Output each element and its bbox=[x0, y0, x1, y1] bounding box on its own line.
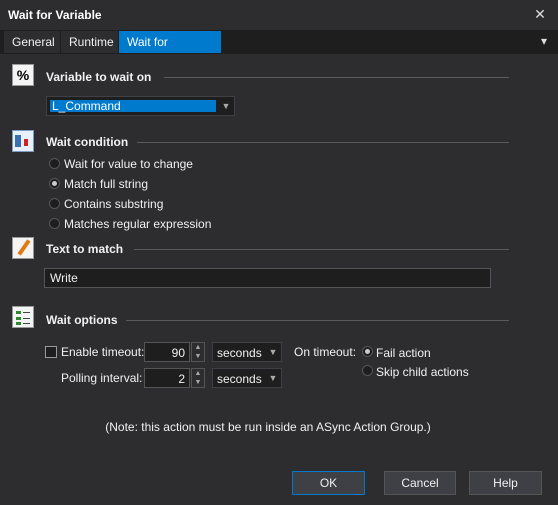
variable-selected-value: L_Command bbox=[50, 100, 216, 112]
polling-value: 2 bbox=[178, 372, 185, 386]
polling-stepper[interactable]: 2 bbox=[144, 368, 190, 388]
calendar-icon bbox=[12, 130, 34, 152]
radio-contains-substring[interactable] bbox=[49, 198, 60, 209]
variable-select[interactable]: L_Command ▼ bbox=[46, 96, 235, 116]
on-timeout-label: On timeout: bbox=[294, 345, 357, 359]
radio-label: Skip child actions bbox=[376, 365, 469, 379]
pencil-icon bbox=[12, 237, 34, 259]
radio-label: Contains substring bbox=[64, 197, 164, 211]
divider bbox=[137, 142, 509, 143]
cancel-button[interactable]: Cancel bbox=[384, 471, 456, 495]
tab-menu-icon[interactable]: ▾ bbox=[536, 33, 552, 49]
radio-label: Fail action bbox=[376, 346, 431, 360]
ok-button[interactable]: OK bbox=[292, 471, 365, 495]
radio-label: Wait for value to change bbox=[64, 157, 193, 171]
polling-spin-buttons[interactable]: ▲ ▼ bbox=[191, 368, 205, 388]
timeout-spin-buttons[interactable]: ▲ ▼ bbox=[191, 342, 205, 362]
tab-runtime[interactable]: Runtime bbox=[61, 31, 118, 53]
divider bbox=[126, 320, 509, 321]
radio-fail-action[interactable] bbox=[362, 346, 373, 357]
tab-wait-for-variable[interactable]: Wait for Variable bbox=[119, 31, 221, 71]
wait-condition-title: Wait condition bbox=[46, 135, 129, 149]
text-to-match-input[interactable] bbox=[44, 268, 491, 288]
polling-interval-label: Polling interval: bbox=[61, 371, 143, 385]
checklist-icon bbox=[12, 306, 34, 328]
divider bbox=[164, 77, 509, 78]
polling-unit-value: seconds bbox=[217, 372, 262, 386]
chevron-down-icon: ▼ bbox=[221, 101, 231, 111]
chevron-down-icon: ▼ bbox=[268, 347, 278, 357]
radio-match-full-string[interactable] bbox=[49, 178, 60, 189]
tab-general[interactable]: General bbox=[4, 31, 60, 53]
timeout-value: 90 bbox=[171, 346, 185, 360]
radio-matches-regex[interactable] bbox=[49, 218, 60, 229]
enable-timeout-checkbox[interactable] bbox=[45, 346, 57, 358]
radio-label: Matches regular expression bbox=[64, 217, 212, 231]
text-to-match-title: Text to match bbox=[46, 242, 124, 256]
enable-timeout-label: Enable timeout: bbox=[61, 345, 145, 359]
help-button[interactable]: Help bbox=[469, 471, 542, 495]
chevron-down-icon: ▼ bbox=[268, 373, 278, 383]
variable-section-title: Variable to wait on bbox=[46, 70, 152, 84]
text-to-match-field[interactable] bbox=[45, 269, 490, 287]
radio-label: Match full string bbox=[64, 177, 149, 191]
divider bbox=[134, 249, 509, 250]
percent-icon: % bbox=[12, 64, 34, 86]
note-text: (Note: this action must be run inside an… bbox=[105, 420, 431, 434]
timeout-unit-select[interactable]: seconds ▼ bbox=[212, 342, 282, 362]
polling-unit-select[interactable]: seconds ▼ bbox=[212, 368, 282, 388]
timeout-unit-value: seconds bbox=[217, 346, 262, 360]
close-icon[interactable]: ✕ bbox=[530, 4, 550, 24]
window-title: Wait for Variable bbox=[8, 8, 102, 22]
wait-options-title: Wait options bbox=[46, 313, 118, 327]
timeout-stepper[interactable]: 90 bbox=[144, 342, 190, 362]
radio-wait-for-change[interactable] bbox=[49, 158, 60, 169]
radio-skip-child-actions[interactable] bbox=[362, 365, 373, 376]
